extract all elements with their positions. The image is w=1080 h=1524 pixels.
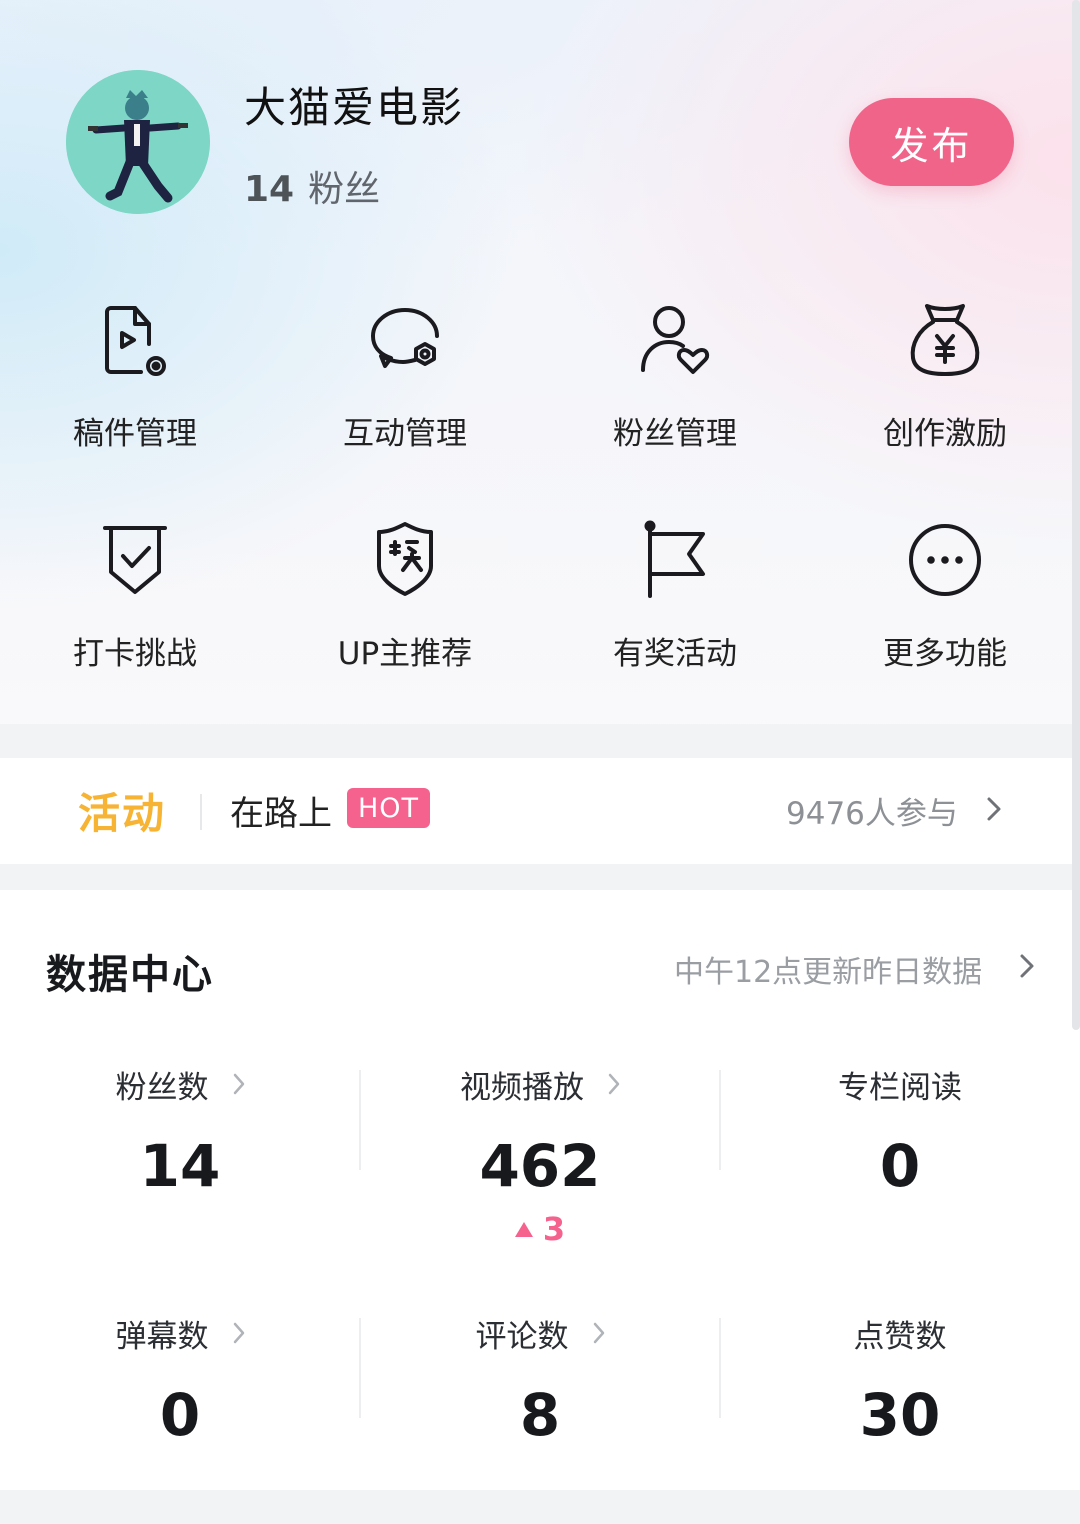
tool-label: 稿件管理: [73, 416, 197, 452]
publish-button[interactable]: 发布: [849, 98, 1014, 186]
data-center-title: 数据中心: [46, 952, 214, 998]
tool-fans-management[interactable]: 粉丝管理: [565, 300, 785, 470]
fans-label: 粉丝: [308, 169, 381, 210]
stat-value: 14: [139, 1132, 221, 1200]
stat-value: 8: [519, 1381, 561, 1449]
stat-column-reads[interactable]: 专栏阅读 0: [720, 1064, 1080, 1200]
tool-label: 互动管理: [343, 416, 467, 452]
tool-label: 更多功能: [883, 636, 1007, 672]
data-update-link[interactable]: 中午12点更新昨日数据: [674, 947, 982, 991]
tool-label: 创作激励: [883, 416, 1007, 452]
stat-fans[interactable]: 粉丝数 14: [0, 1064, 360, 1198]
more-circle-icon: [909, 520, 981, 600]
stat-label: 视频播放: [460, 1069, 584, 1106]
section-divider: [0, 864, 1080, 890]
tool-label: UP主推荐: [337, 636, 473, 672]
stat-label: 粉丝数: [115, 1069, 209, 1106]
section-divider: [0, 1490, 1080, 1524]
stat-value: 462: [479, 1132, 601, 1200]
manuscript-icon: [99, 300, 171, 380]
chevron-right-icon[interactable]: [1018, 952, 1036, 980]
triangle-up-icon: [514, 1221, 533, 1237]
tool-label: 粉丝管理: [613, 416, 737, 452]
tool-interaction-management[interactable]: 互动管理: [295, 300, 515, 470]
tool-checkin-challenge[interactable]: 打卡挑战: [25, 520, 245, 690]
stat-label: 弹幕数: [115, 1318, 209, 1355]
hot-badge: HOT: [347, 788, 430, 828]
money-bag-icon: [909, 300, 981, 380]
stat-likes[interactable]: 点赞数 30: [720, 1313, 1080, 1449]
fans-summary[interactable]: 14 粉丝: [244, 160, 380, 212]
stat-label: 点赞数: [853, 1318, 947, 1355]
activity-tag: 活动: [78, 789, 167, 838]
fans-count: 14: [244, 169, 295, 210]
stat-label: 评论数: [475, 1318, 569, 1355]
comment-settings-icon: [369, 300, 441, 380]
chevron-right-icon: [987, 797, 1001, 821]
chevron-right-icon: [233, 1322, 244, 1344]
username: 大猫爱电影: [244, 83, 465, 132]
avatar[interactable]: [66, 70, 210, 214]
stat-video-plays[interactable]: 视频播放 462 3: [360, 1064, 720, 1248]
stat-comments[interactable]: 评论数 8: [360, 1313, 720, 1447]
user-heart-icon: [639, 300, 711, 380]
activity-participants: 9476人参与: [786, 796, 958, 832]
tool-label: 打卡挑战: [73, 636, 197, 672]
tool-label: 有奖活动: [613, 636, 737, 672]
award-badge-icon: [369, 520, 441, 600]
activity-title: 在路上: [230, 794, 332, 834]
stat-delta: 3: [360, 1210, 720, 1248]
activity-divider: [200, 794, 202, 830]
chevron-right-icon: [608, 1073, 620, 1095]
flag-icon: [639, 520, 711, 600]
tool-creation-incentive[interactable]: 创作激励: [835, 300, 1055, 470]
stat-value: 0: [879, 1132, 921, 1200]
tool-manuscript-management[interactable]: 稿件管理: [25, 300, 245, 470]
stat-delta-value: 3: [542, 1210, 566, 1248]
tool-more-functions[interactable]: 更多功能: [835, 520, 1055, 690]
stat-value: 30: [859, 1381, 941, 1449]
chevron-right-icon: [593, 1322, 604, 1344]
stat-value: 0: [159, 1381, 201, 1449]
stat-danmaku[interactable]: 弹幕数 0: [0, 1313, 360, 1447]
scrollbar[interactable]: [1072, 0, 1080, 1030]
tool-up-recommend[interactable]: UP主推荐: [295, 520, 515, 690]
tool-prize-activity[interactable]: 有奖活动: [565, 520, 785, 690]
check-shield-icon: [99, 520, 171, 600]
stat-label: 专栏阅读: [838, 1069, 962, 1106]
chevron-right-icon: [233, 1073, 244, 1095]
section-divider: [0, 724, 1080, 758]
